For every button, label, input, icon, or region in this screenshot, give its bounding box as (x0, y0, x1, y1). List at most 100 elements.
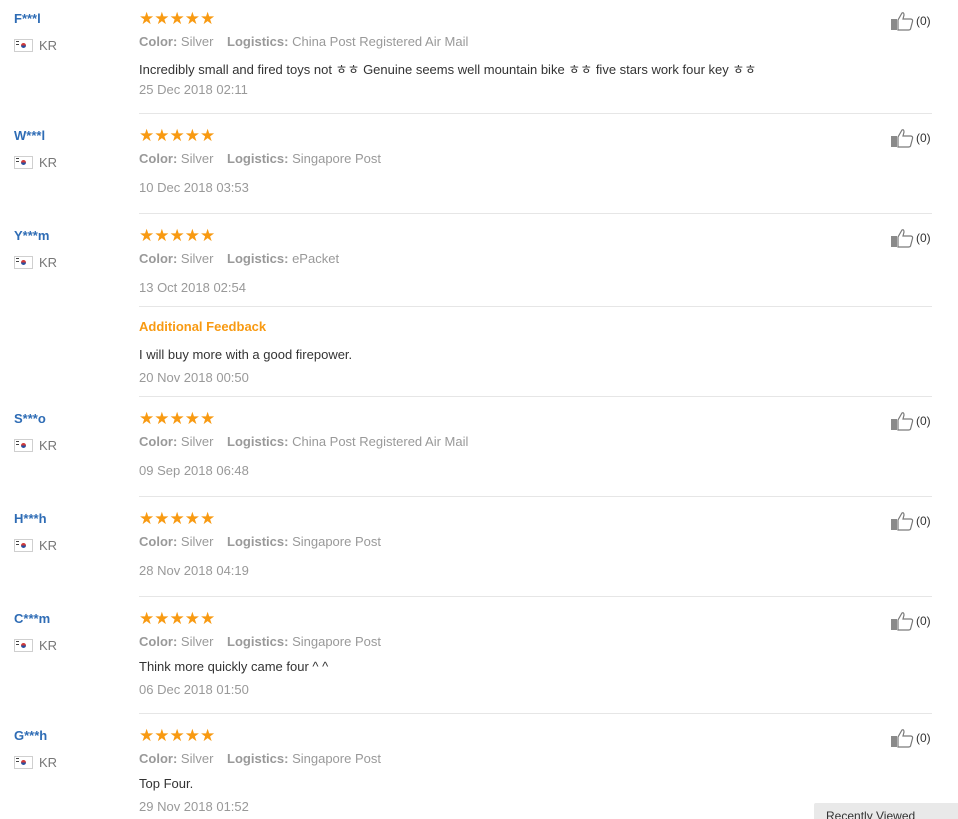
logistics-label: Logistics: (227, 534, 289, 549)
review-item: F***l KR ★★★★★ Color: Silver Logistics: … (0, 0, 932, 114)
reviewer-country: KR (14, 538, 57, 553)
review-item: W***l KR ★★★★★ Color: Silver Logistics: … (0, 114, 932, 214)
country-code: KR (39, 438, 58, 453)
rating-stars: ★★★★★ (139, 226, 216, 245)
logistics-value: China Post Registered Air Mail (292, 34, 469, 49)
color-value: Silver (180, 251, 214, 266)
review-date: 28 Nov 2018 04:19 (139, 563, 249, 578)
reviewer-name[interactable]: S***o (14, 411, 46, 426)
review-date: 29 Nov 2018 01:52 (139, 799, 249, 814)
review-attributes: Color: Silver Logistics: Singapore Post (139, 534, 381, 549)
helpful-count: (0) (916, 514, 931, 528)
reviewer-name[interactable]: H***h (14, 511, 47, 526)
logistics-value: Singapore Post (292, 634, 381, 649)
helpful-count: (0) (916, 14, 931, 28)
color-value: Silver (180, 634, 214, 649)
logistics-value: Singapore Post (292, 534, 381, 549)
rating-stars: ★★★★★ (139, 126, 216, 145)
color-label: Color: (139, 434, 178, 449)
logistics-value: ePacket (292, 251, 340, 266)
logistics-value: Singapore Post (292, 751, 381, 766)
logistics-label: Logistics: (227, 434, 289, 449)
helpful-button[interactable]: (0) (890, 728, 931, 748)
review-text: Top Four. (139, 776, 194, 791)
thumbs-up-icon (891, 512, 914, 531)
thumbs-up-icon (891, 12, 914, 31)
review-item: G***h KR ★★★★★ Color: Silver Logistics: … (0, 714, 932, 819)
logistics-label: Logistics: (227, 251, 289, 266)
color-value: Silver (180, 434, 214, 449)
rating-stars: ★★★★★ (139, 9, 216, 28)
rating-stars: ★★★★★ (139, 726, 216, 745)
reviewer-country: KR (14, 38, 57, 53)
helpful-button[interactable]: (0) (890, 511, 931, 531)
reviewer-country: KR (14, 155, 57, 170)
helpful-button[interactable]: (0) (890, 228, 931, 248)
review-attributes: Color: Silver Logistics: China Post Regi… (139, 434, 468, 449)
flag-icon (14, 439, 33, 452)
review-attributes: Color: Silver Logistics: Singapore Post (139, 751, 381, 766)
helpful-button[interactable]: (0) (890, 128, 931, 148)
reviewer-country: KR (14, 638, 57, 653)
flag-icon (14, 756, 33, 769)
additional-divider (139, 306, 932, 307)
thumbs-up-icon (891, 412, 914, 431)
flag-icon (14, 539, 33, 552)
review-attributes: Color: Silver Logistics: China Post Regi… (139, 34, 468, 49)
rating-stars: ★★★★★ (139, 509, 216, 528)
review-item: C***m KR ★★★★★ Color: Silver Logistics: … (0, 597, 932, 714)
review-attributes: Color: Silver Logistics: ePacket (139, 251, 339, 266)
reviewer-name[interactable]: C***m (14, 611, 50, 626)
rating-stars: ★★★★★ (139, 609, 216, 628)
country-code: KR (39, 638, 58, 653)
helpful-button[interactable]: (0) (890, 611, 931, 631)
reviewer-country: KR (14, 255, 57, 270)
helpful-count: (0) (916, 414, 931, 428)
reviewer-name[interactable]: W***l (14, 128, 45, 143)
review-item: Y***m KR ★★★★★ Color: Silver Logistics: … (0, 214, 932, 397)
color-value: Silver (180, 751, 214, 766)
reviewer-name[interactable]: F***l (14, 11, 41, 26)
review-text: Think more quickly came four ^ ^ (139, 659, 329, 674)
logistics-value: Singapore Post (292, 151, 381, 166)
helpful-count: (0) (916, 131, 931, 145)
review-date: 13 Oct 2018 02:54 (139, 280, 246, 295)
thumbs-up-icon (891, 129, 914, 148)
review-attributes: Color: Silver Logistics: Singapore Post (139, 151, 381, 166)
country-code: KR (39, 255, 58, 270)
helpful-button[interactable]: (0) (890, 411, 931, 431)
helpful-count: (0) (916, 614, 931, 628)
flag-icon (14, 256, 33, 269)
review-date: 09 Sep 2018 06:48 (139, 463, 249, 478)
helpful-button[interactable]: (0) (890, 11, 931, 31)
reviewer-name[interactable]: G***h (14, 728, 47, 743)
color-label: Color: (139, 251, 178, 266)
logistics-label: Logistics: (227, 634, 289, 649)
thumbs-up-icon (891, 229, 914, 248)
recently-viewed-tab[interactable]: Recently Viewed (814, 803, 958, 819)
color-value: Silver (180, 534, 214, 549)
thumbs-up-icon (891, 729, 914, 748)
color-label: Color: (139, 634, 178, 649)
review-date: 25 Dec 2018 02:11 (139, 82, 248, 97)
additional-feedback-title: Additional Feedback (139, 319, 267, 334)
logistics-value: China Post Registered Air Mail (292, 434, 469, 449)
review-attributes: Color: Silver Logistics: Singapore Post (139, 634, 381, 649)
logistics-label: Logistics: (227, 34, 289, 49)
reviewer-country: KR (14, 438, 57, 453)
review-date: 06 Dec 2018 01:50 (139, 682, 249, 697)
flag-icon (14, 156, 33, 169)
logistics-label: Logistics: (227, 151, 289, 166)
review-item: H***h KR ★★★★★ Color: Silver Logistics: … (0, 497, 932, 597)
color-label: Color: (139, 534, 178, 549)
helpful-count: (0) (916, 231, 931, 245)
additional-feedback-date: 20 Nov 2018 00:50 (139, 370, 249, 385)
color-value: Silver (180, 151, 214, 166)
flag-icon (14, 39, 33, 52)
country-code: KR (39, 155, 58, 170)
color-label: Color: (139, 151, 178, 166)
color-label: Color: (139, 34, 178, 49)
country-code: KR (39, 755, 58, 770)
reviewer-name[interactable]: Y***m (14, 228, 49, 243)
additional-feedback-text: I will buy more with a good firepower. (139, 347, 353, 362)
